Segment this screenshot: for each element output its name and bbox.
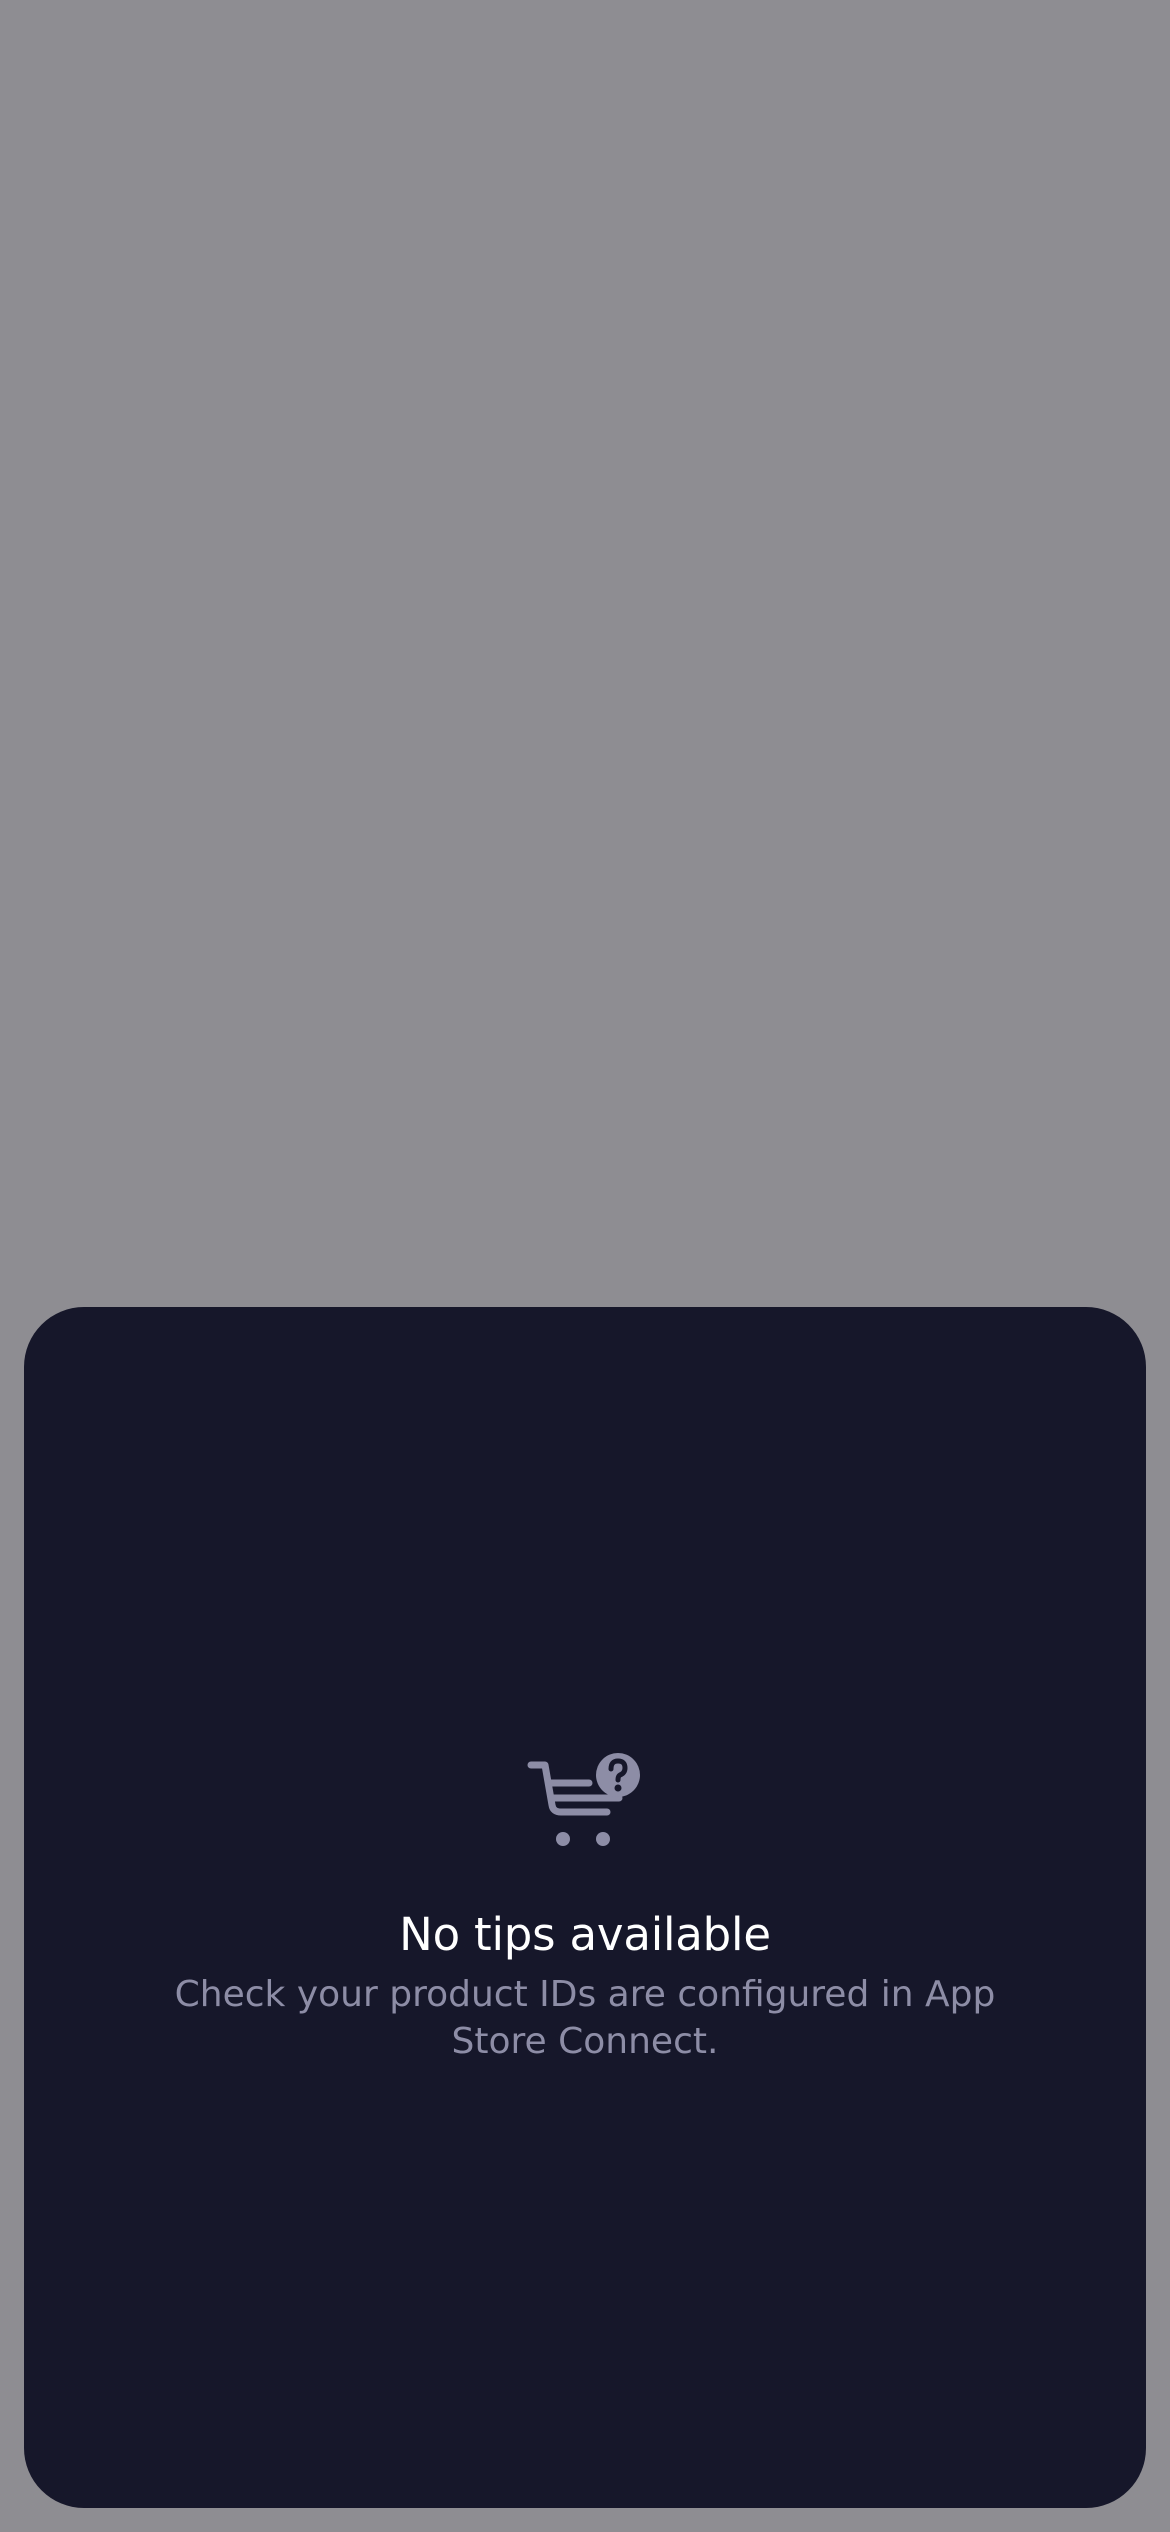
cart-question-icon xyxy=(527,1753,640,1846)
tips-sheet: No tips available Check your product IDs… xyxy=(24,1307,1146,2508)
empty-state-message: Check your product IDs are configured in… xyxy=(174,1974,996,2062)
empty-state-title: No tips available xyxy=(399,1908,771,1961)
empty-state: No tips available Check your product IDs… xyxy=(24,1753,1146,2065)
